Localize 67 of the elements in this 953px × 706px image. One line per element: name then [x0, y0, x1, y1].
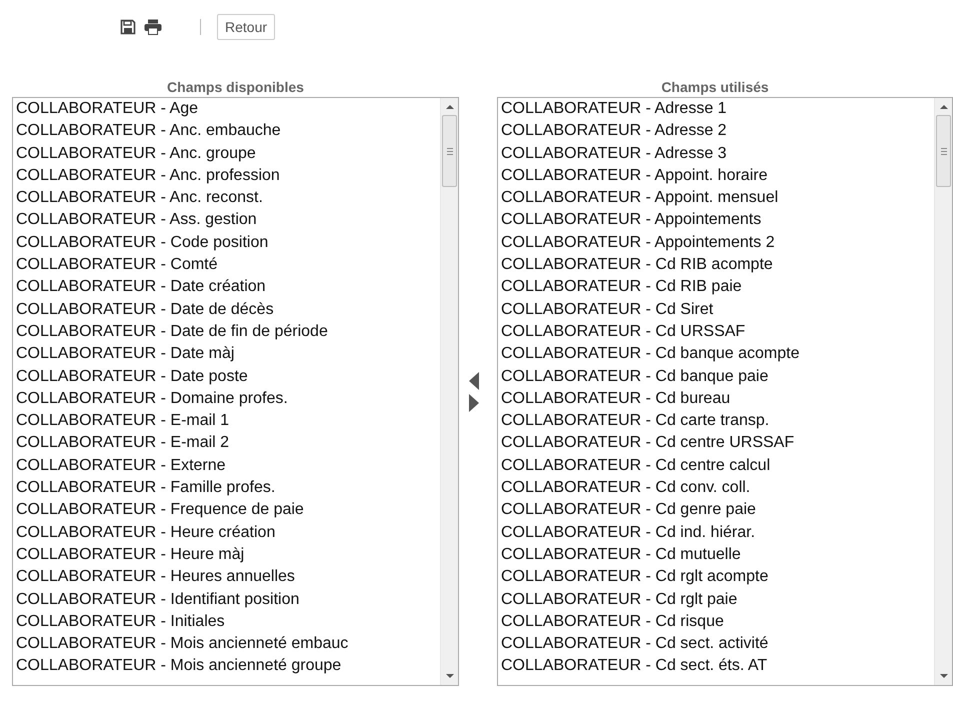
save-icon[interactable]: [120, 19, 136, 35]
list-item[interactable]: COLLABORATEUR - Heure màj: [16, 544, 440, 566]
list-item[interactable]: COLLABORATEUR - E-mail 2: [16, 432, 440, 455]
list-item[interactable]: COLLABORATEUR - Cd banque acompte: [501, 343, 934, 366]
list-item[interactable]: COLLABORATEUR - Appoint. horaire: [501, 164, 934, 188]
list-item[interactable]: COLLABORATEUR - Cd genre paie: [501, 499, 934, 522]
list-item[interactable]: COLLABORATEUR - Cd centre calcul: [501, 454, 934, 478]
list-item[interactable]: COLLABORATEUR - Cd carte transp.: [501, 410, 934, 432]
list-item[interactable]: COLLABORATEUR - Heure création: [16, 522, 440, 544]
list-item[interactable]: COLLABORATEUR - Date poste: [16, 366, 440, 388]
list-item[interactable]: COLLABORATEUR - Adresse 1: [501, 98, 934, 120]
print-icon[interactable]: [144, 19, 162, 35]
list-item[interactable]: COLLABORATEUR - Cd sect. éts. AT: [501, 655, 934, 678]
right-arrow-icon[interactable]: [469, 394, 479, 412]
list-item[interactable]: COLLABORATEUR - Cd Siret: [501, 298, 934, 321]
list-item[interactable]: COLLABORATEUR - Cd risque: [501, 610, 934, 634]
list-item[interactable]: COLLABORATEUR - Cd rglt paie: [501, 588, 934, 611]
back-button[interactable]: Retour: [217, 14, 276, 40]
list-item[interactable]: COLLABORATEUR - Comté: [16, 254, 440, 276]
list-item[interactable]: COLLABORATEUR - Cd bureau: [501, 388, 934, 410]
list-item[interactable]: COLLABORATEUR - Heures annuelles: [16, 566, 440, 589]
list-item[interactable]: COLLABORATEUR - Mois ancienneté groupe: [16, 655, 440, 678]
scroll-down-icon[interactable]: [940, 674, 948, 679]
list-item[interactable]: COLLABORATEUR - Anc. reconst.: [16, 187, 440, 210]
list-item[interactable]: COLLABORATEUR - Cd rglt acompte: [501, 566, 934, 589]
list-item[interactable]: COLLABORATEUR - Mois ancienneté embauc: [16, 633, 440, 656]
list-item[interactable]: COLLABORATEUR - Appoint. mensuel: [501, 187, 934, 210]
scroll-up-icon[interactable]: [446, 104, 454, 109]
list-item[interactable]: COLLABORATEUR - Date de décès: [16, 298, 440, 321]
scroll-up-icon[interactable]: [940, 104, 948, 109]
list-item[interactable]: COLLABORATEUR - Ass. gestion: [16, 209, 440, 232]
list-item[interactable]: COLLABORATEUR - Appointements: [501, 209, 934, 232]
list-item[interactable]: COLLABORATEUR - Age: [16, 98, 440, 120]
list-item[interactable]: COLLABORATEUR - Domaine profes.: [16, 388, 440, 410]
list-item[interactable]: COLLABORATEUR - Cd sect. activité: [501, 633, 934, 656]
scrollbar[interactable]: [440, 98, 458, 685]
list-item[interactable]: COLLABORATEUR - Cd conv. coll.: [501, 477, 934, 500]
list-item[interactable]: COLLABORATEUR - Identifiant position: [16, 588, 440, 611]
list-item[interactable]: COLLABORATEUR - Appointements 2: [501, 232, 934, 254]
list-heading: Champs utilisés: [661, 78, 769, 97]
list-item[interactable]: COLLABORATEUR - Date création: [16, 276, 440, 299]
left-arrow-icon[interactable]: [469, 372, 479, 390]
list-item[interactable]: COLLABORATEUR - Adresse 3: [501, 142, 934, 165]
field-list[interactable]: [497, 97, 953, 686]
list-item[interactable]: COLLABORATEUR - Cd banque paie: [501, 366, 934, 388]
list-item[interactable]: COLLABORATEUR - Anc. profession: [16, 164, 440, 188]
list-heading: Champs disponibles: [167, 78, 304, 97]
list-item[interactable]: COLLABORATEUR - Anc. groupe: [16, 142, 440, 165]
list-item[interactable]: COLLABORATEUR - Cd ind. hiérar.: [501, 522, 934, 544]
scroll-down-icon[interactable]: [446, 674, 454, 679]
list-item[interactable]: COLLABORATEUR - Frequence de paie: [16, 499, 440, 522]
list-item[interactable]: COLLABORATEUR - Cd centre URSSAF: [501, 432, 934, 455]
field-list[interactable]: [12, 97, 459, 686]
list-item[interactable]: COLLABORATEUR - Code position: [16, 232, 440, 254]
list-item[interactable]: COLLABORATEUR - Famille profes.: [16, 477, 440, 500]
list-item[interactable]: COLLABORATEUR - Cd URSSAF: [501, 320, 934, 344]
list-item[interactable]: COLLABORATEUR - Date de fin de période: [16, 320, 440, 344]
list-item[interactable]: COLLABORATEUR - Initiales: [16, 610, 440, 634]
list-item[interactable]: COLLABORATEUR - Cd mutuelle: [501, 544, 934, 566]
scrollbar[interactable]: [934, 98, 952, 685]
list-item[interactable]: COLLABORATEUR - Cd RIB acompte: [501, 254, 934, 276]
list-item[interactable]: COLLABORATEUR - Date màj: [16, 343, 440, 366]
list-item[interactable]: COLLABORATEUR - E-mail 1: [16, 410, 440, 432]
list-item[interactable]: COLLABORATEUR - Adresse 2: [501, 120, 934, 143]
list-item[interactable]: COLLABORATEUR - Cd RIB paie: [501, 276, 934, 299]
list-item[interactable]: COLLABORATEUR - Externe: [16, 454, 440, 478]
list-item[interactable]: COLLABORATEUR - Anc. embauche: [16, 120, 440, 143]
